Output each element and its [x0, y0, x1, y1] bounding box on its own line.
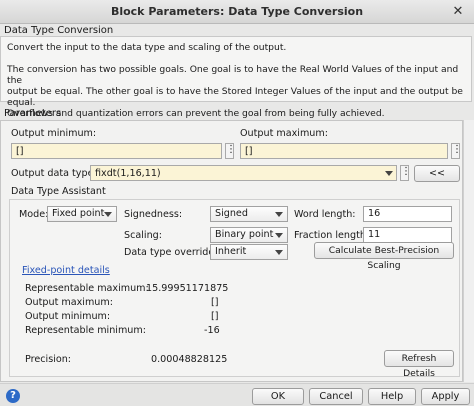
chevron-down-icon	[385, 171, 393, 176]
word-length-label: Word length:	[294, 209, 356, 220]
description-line1: Convert the input to the data type and s…	[7, 42, 287, 53]
output-max-dots-button[interactable]: ⋮	[451, 143, 462, 159]
override-select[interactable]: Inherit	[210, 244, 288, 260]
override-value: Inherit	[215, 246, 247, 257]
mode-value: Fixed point	[52, 208, 105, 219]
word-length-input[interactable]: 16	[363, 206, 452, 222]
window-title: Block Parameters: Data Type Conversion	[110, 5, 364, 18]
signedness-label: Signedness:	[124, 209, 183, 220]
ok-button[interactable]: OK	[252, 388, 304, 405]
description-group-title: Data Type Conversion	[4, 25, 114, 36]
chevron-down-icon	[275, 233, 283, 238]
close-icon[interactable]: ✕	[450, 4, 466, 20]
rep-min-label: Representable minimum:	[25, 325, 146, 336]
output-dtype-value: fixdt(1,16,11)	[95, 168, 161, 179]
assistant-toggle-button[interactable]: <<	[414, 165, 460, 182]
fraction-length-input[interactable]: 11	[363, 227, 452, 243]
scaling-label: Scaling:	[124, 230, 162, 241]
output-min-label: Output minimum:	[11, 128, 97, 139]
fraction-length-label: Fraction length:	[294, 230, 370, 241]
scrollbar[interactable]	[463, 120, 474, 382]
assistant-title: Data Type Assistant	[11, 186, 106, 197]
out-min-value: []	[211, 311, 219, 322]
mode-label: Mode:	[19, 209, 49, 220]
refresh-details-button[interactable]: Refresh Details	[384, 350, 454, 379]
out-min-label: Output minimum:	[25, 311, 111, 322]
precision-value: 0.00048828125	[151, 354, 228, 365]
calculate-scaling-button[interactable]: Calculate Best-Precision Scaling	[314, 242, 454, 271]
output-dtype-label: Output data type:	[11, 168, 97, 179]
chevron-down-icon	[275, 212, 283, 217]
signedness-select[interactable]: Signed	[210, 206, 288, 222]
mode-select[interactable]: Fixed point	[47, 206, 117, 222]
apply-button[interactable]: Apply	[421, 388, 470, 405]
output-max-field[interactable]: []	[240, 143, 448, 159]
override-label: Data type override:	[124, 247, 218, 258]
description-para2-line3: Overflows and quantization errors can pr…	[7, 108, 385, 119]
description-para2-line1: The conversion has two possible goals. O…	[7, 64, 459, 86]
fixed-point-details-link[interactable]: Fixed-point details	[22, 265, 110, 276]
output-dtype-field[interactable]: fixdt(1,16,11)	[90, 165, 397, 181]
description-panel: Convert the input to the data type and s…	[0, 36, 472, 119]
signedness-value: Signed	[215, 208, 248, 219]
output-max-label: Output maximum:	[240, 128, 328, 139]
cancel-button[interactable]: Cancel	[309, 388, 363, 405]
scaling-value: Binary point	[215, 229, 274, 240]
chevron-down-icon	[275, 250, 283, 255]
output-min-field[interactable]: []	[11, 143, 222, 159]
title-bar: Block Parameters: Data Type Conversion ✕	[0, 0, 474, 24]
rep-max-label: Representable maximum:	[25, 283, 149, 294]
rep-min-value: -16	[204, 325, 220, 336]
description-para2-line2: output be equal. The other goal is to ha…	[7, 86, 463, 108]
precision-label: Precision:	[25, 354, 72, 365]
out-max-label: Output maximum:	[25, 297, 113, 308]
help-button[interactable]: Help	[368, 388, 416, 405]
out-max-value: []	[211, 297, 219, 308]
chevron-down-icon	[104, 212, 112, 217]
output-min-dots-button[interactable]: ⋮	[225, 143, 236, 159]
rep-max-value: 15.99951171875	[146, 283, 229, 294]
scaling-select[interactable]: Binary point	[210, 227, 288, 243]
output-dtype-dots-button[interactable]: ⋮	[400, 165, 411, 181]
parameters-group-title: Parameters	[4, 108, 62, 119]
help-icon[interactable]: ?	[6, 389, 20, 403]
